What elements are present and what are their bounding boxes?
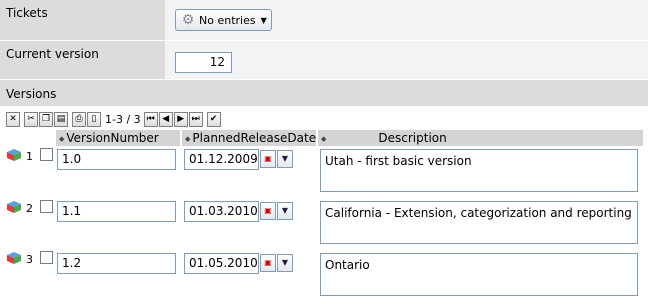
paste-icon[interactable]: ▤ xyxy=(54,112,68,127)
cube-icon xyxy=(7,252,21,264)
previous-page-icon[interactable]: ◀ xyxy=(158,112,173,127)
cube-icon xyxy=(7,149,21,161)
tickets-dropdown-label: No entries xyxy=(199,13,256,27)
calendar-icon[interactable]: ▣ xyxy=(260,150,276,168)
column-header-version-number[interactable]: ◆ VersionNumber xyxy=(56,130,181,146)
confirm-check-icon[interactable]: ✔ xyxy=(206,112,221,127)
row-checkbox[interactable] xyxy=(40,200,53,213)
current-version-input[interactable]: 12 xyxy=(175,52,232,73)
first-page-icon[interactable]: ⏮ xyxy=(143,112,158,127)
calendar-icon[interactable]: ▣ xyxy=(260,254,276,272)
gear-icon: ⚙ xyxy=(181,12,195,28)
tickets-row: Tickets ⚙ No entries ▼ xyxy=(0,0,648,40)
copy-icon[interactable]: ❐ xyxy=(39,112,53,127)
column-header-description[interactable]: ◆ Description xyxy=(318,130,644,146)
tickets-label: Tickets xyxy=(0,0,165,40)
version-number-input[interactable]: 1.2 xyxy=(57,253,176,274)
last-page-icon[interactable]: ⏭ xyxy=(188,112,203,127)
calendar-icon[interactable]: ▣ xyxy=(260,202,276,220)
sort-icon: ◆ xyxy=(321,135,327,143)
version-number-input[interactable]: 1.1 xyxy=(57,201,176,222)
versions-section-header: Versions xyxy=(0,80,648,106)
sort-icon: ◆ xyxy=(59,135,65,143)
tickets-value-cell: ⚙ No entries ▼ xyxy=(165,0,648,40)
next-page-icon[interactable]: ▶ xyxy=(173,112,188,127)
chevron-down-icon[interactable]: ▼ xyxy=(277,150,293,168)
new-document-icon[interactable]: ▯ xyxy=(87,112,101,127)
tickets-dropdown-button[interactable]: ⚙ No entries ▼ xyxy=(175,9,272,31)
chevron-down-icon[interactable]: ▼ xyxy=(277,202,293,220)
sort-icon: ◆ xyxy=(185,135,191,143)
delete-icon[interactable]: ✕ xyxy=(6,112,20,127)
release-date-input[interactable]: 01.05.2010 xyxy=(184,253,259,274)
chevron-down-icon: ▼ xyxy=(260,15,267,25)
row-number: 3 xyxy=(26,253,33,266)
cube-icon xyxy=(7,201,21,213)
current-version-label: Current version xyxy=(0,41,165,79)
print-icon[interactable]: ⎙ xyxy=(72,112,86,127)
current-version-value-cell: 12 xyxy=(165,41,648,79)
row-number: 2 xyxy=(26,202,33,215)
description-textarea[interactable]: California - Extension, categorization a… xyxy=(320,201,638,244)
release-date-input[interactable]: 01.12.2009 xyxy=(184,149,259,170)
versions-toolbar: ✕ ✂ ❐ ▤ ⎙ ▯ 1-3 / 3 ⏮ ◀ ▶ ⏭ ✔ xyxy=(6,111,222,128)
description-textarea[interactable]: Utah - first basic version xyxy=(320,149,638,192)
release-date-input[interactable]: 01.03.2010 xyxy=(184,201,259,222)
row-number: 1 xyxy=(26,150,33,163)
row-checkbox[interactable] xyxy=(40,251,53,264)
cut-icon[interactable]: ✂ xyxy=(24,112,38,127)
current-version-row: Current version 12 xyxy=(0,41,648,79)
column-header-planned-release-date[interactable]: ◆ PlannedReleaseDate xyxy=(182,130,317,146)
version-number-input[interactable]: 1.0 xyxy=(57,149,176,170)
description-textarea[interactable]: Ontario xyxy=(320,253,638,296)
row-checkbox[interactable] xyxy=(40,148,53,161)
chevron-down-icon[interactable]: ▼ xyxy=(277,254,293,272)
pager-text: 1-3 / 3 xyxy=(105,113,141,126)
